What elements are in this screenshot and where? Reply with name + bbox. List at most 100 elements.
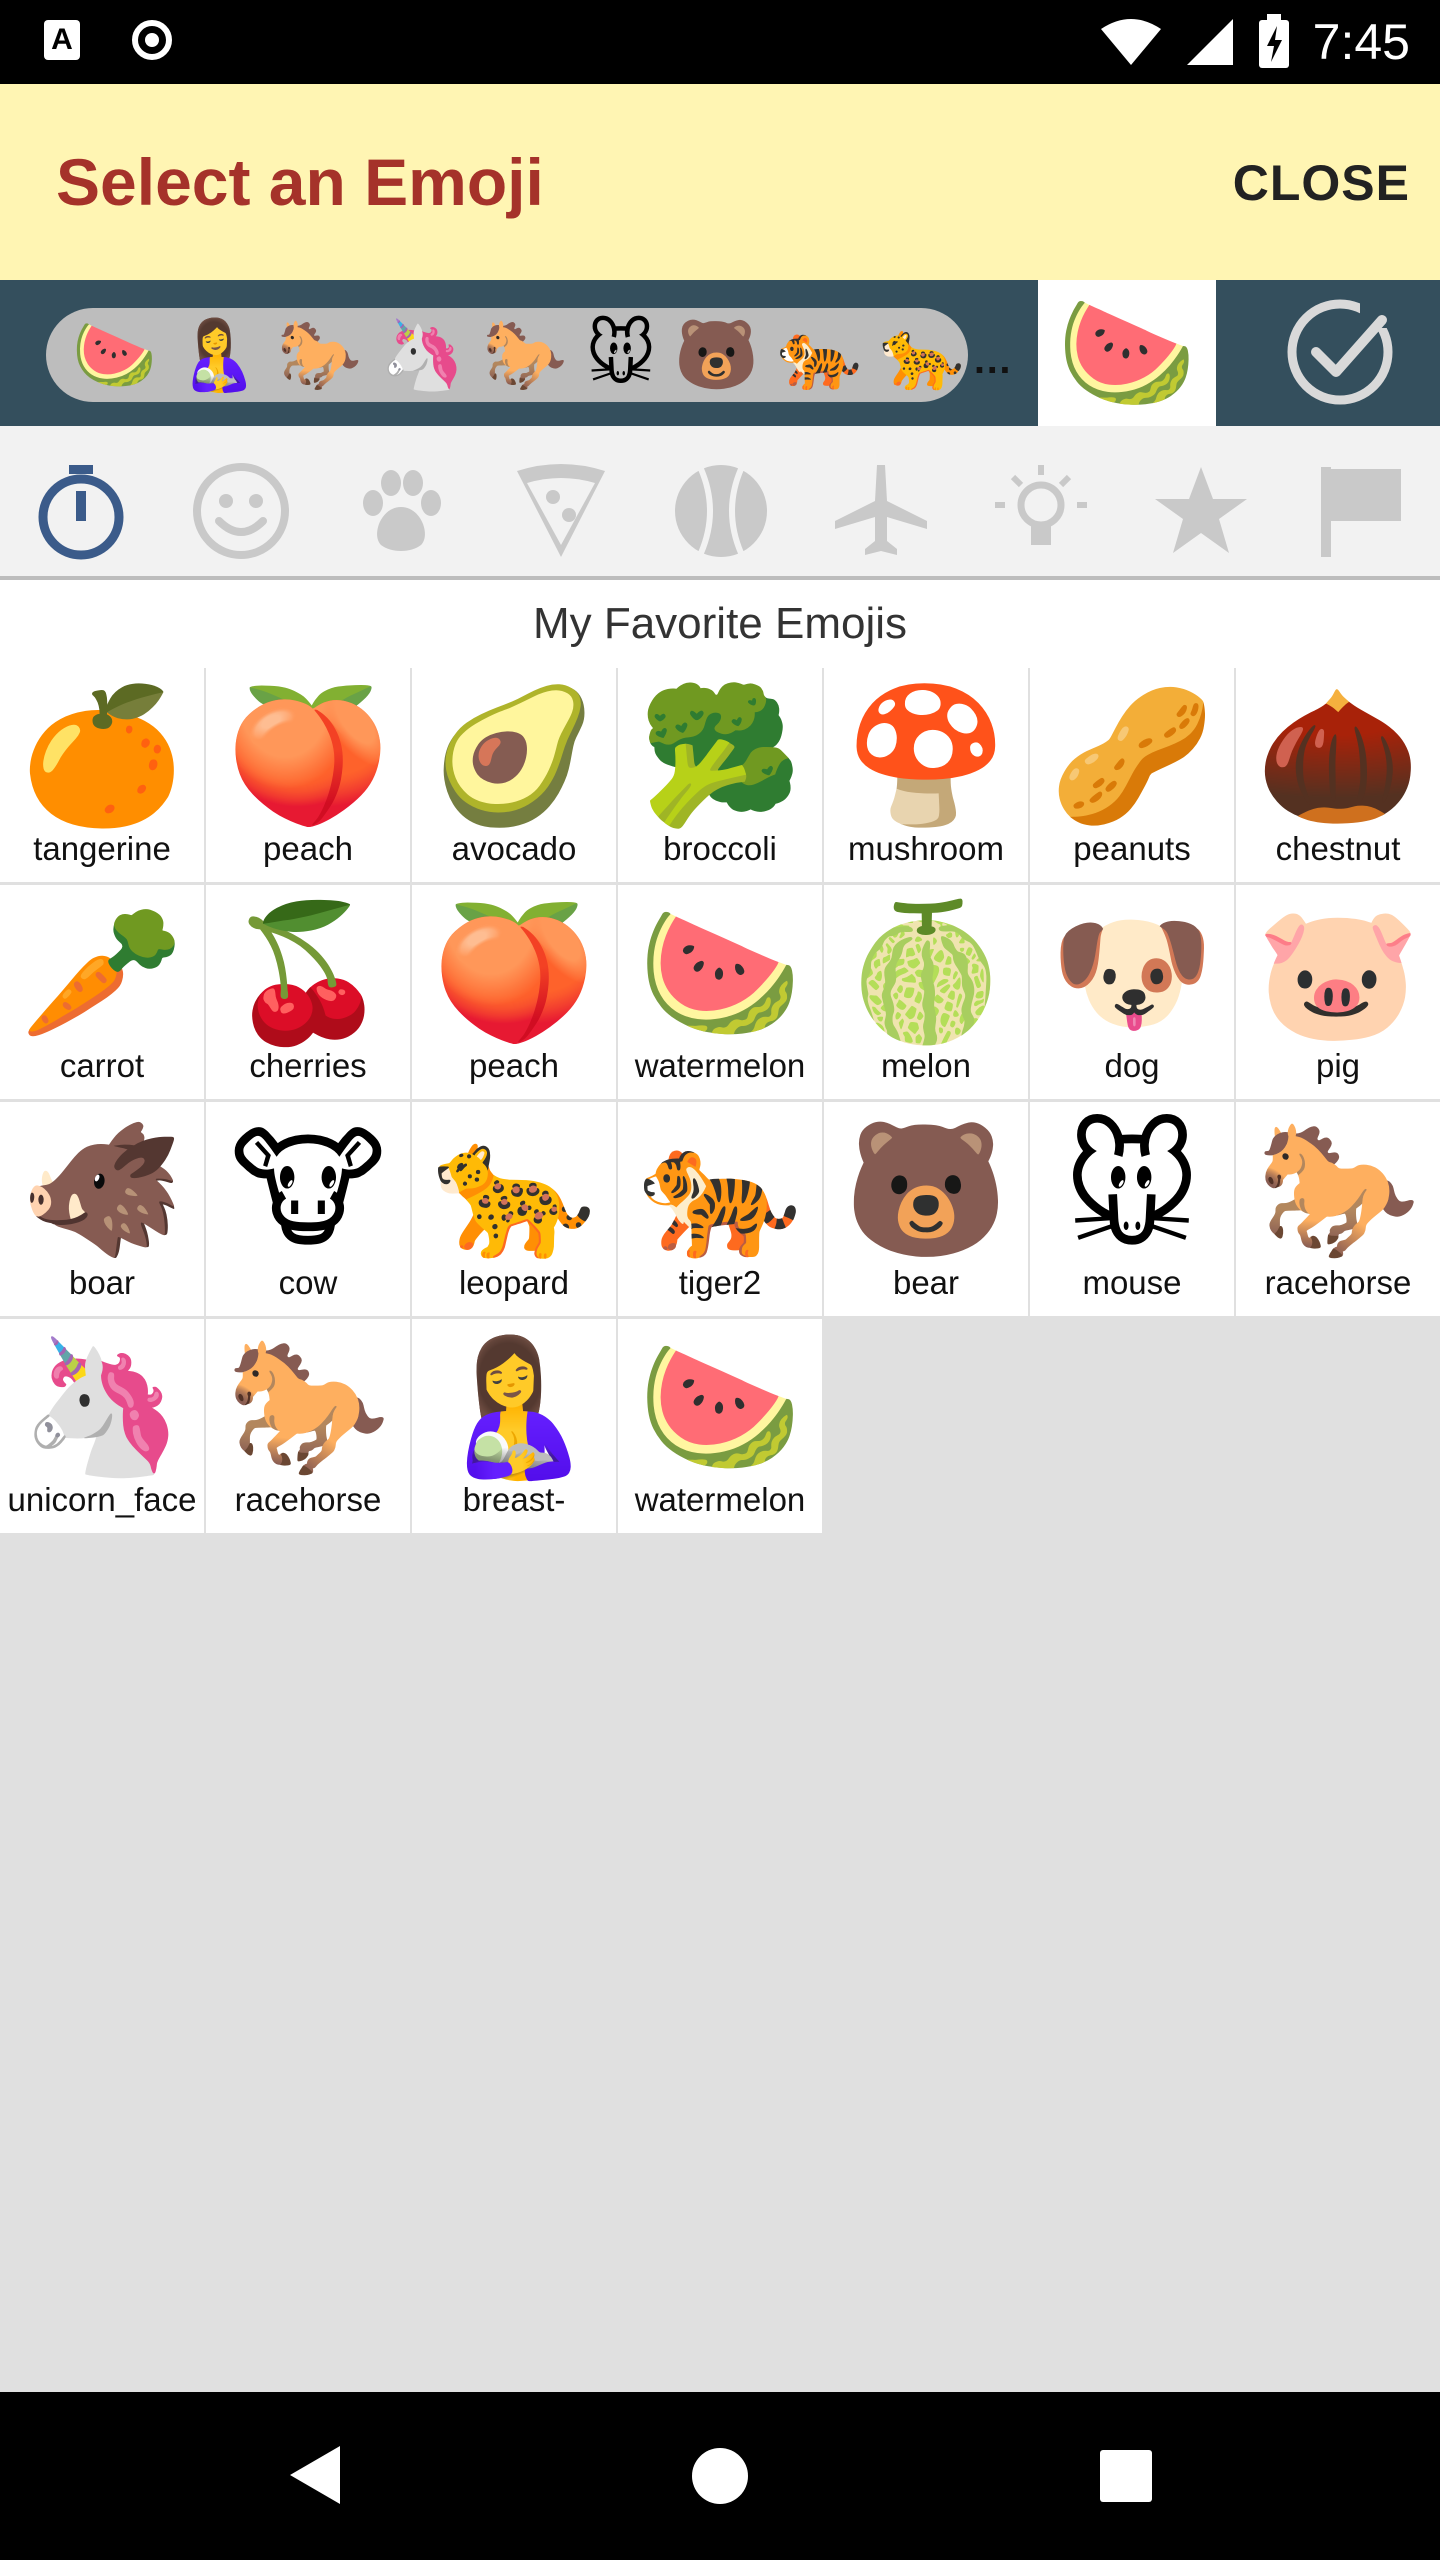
emoji-glyph: 🥜 [1049,682,1215,829]
emoji-glyph: 🥕 [19,899,185,1046]
pizza-tab-icon[interactable] [506,456,616,566]
emoji-label: watermelon [634,1481,806,1518]
keyboard-notification-icon: A [44,20,80,60]
category-tabs [0,426,1440,580]
favorite-emoji-cell[interactable]: 🐻 bear [824,1102,1028,1316]
section-title: My Favorite Emojis [0,580,1440,668]
selected-emoji-preview[interactable]: 🍉 [1038,280,1216,426]
emoji-label: avocado [451,830,577,867]
emoji-glyph: 🦄 [19,1333,185,1480]
emoji-label: dog [1104,1047,1160,1084]
favorite-emoji-cell[interactable]: 🐎 racehorse [206,1319,410,1533]
favorite-emoji-cell[interactable]: 🐮 cow [206,1102,410,1316]
airplane-tab-icon[interactable] [826,456,936,566]
emoji-glyph: 🐎 [1255,1116,1421,1263]
recent-emoji[interactable]: 🐻 [674,308,759,402]
recent-emoji[interactable]: 🐆 [880,308,965,402]
favorite-emoji-cell[interactable]: 🥦 broccoli [618,668,822,882]
emoji-glyph: 🐭 [1063,1116,1201,1263]
home-nav-icon[interactable] [690,2446,750,2506]
emoji-glyph: 🐆 [431,1116,597,1263]
recent-emoji[interactable]: 🐎 [483,308,568,402]
battery-charging-icon [1258,14,1289,68]
emoji-glyph: 🐷 [1255,899,1421,1046]
recent-tab-icon[interactable] [26,456,136,566]
emoji-glyph: 🌰 [1255,682,1421,829]
emoji-toolbar: 🍉 🤱 🐎 🦄 🐎 🐭 🐻 🐅 🐆… 🍉 [0,280,1440,426]
emoji-glyph: 🍉 [637,1333,803,1480]
emoji-label: peanuts [1073,830,1191,867]
favorite-emoji-cell[interactable]: 🐆 leopard [412,1102,616,1316]
favorite-emoji-cell[interactable]: 🍉 watermelon [618,885,822,1099]
emoji-glyph: 🐅 [637,1116,803,1263]
recent-emoji[interactable]: 🐅 [777,308,862,402]
emoji-label: unicorn_face [7,1481,197,1518]
recent-emoji[interactable]: 🐎 [277,308,362,402]
emoji-glyph: 🐗 [19,1116,185,1263]
emoji-label: boar [68,1264,136,1301]
navigation-bar [0,2392,1440,2560]
favorite-emoji-cell[interactable]: 🥕 carrot [0,885,204,1099]
favorite-emoji-cell[interactable]: 🐅 tiger2 [618,1102,822,1316]
favorite-emoji-cell[interactable]: 🌰 chestnut [1236,668,1440,882]
favorite-emoji-cell[interactable]: 🐭 mouse [1030,1102,1234,1316]
flag-tab-icon[interactable] [1306,456,1416,566]
emoji-label: tiger2 [678,1264,762,1301]
favorite-emoji-cell[interactable]: 🍈 melon [824,885,1028,1099]
clock: 7:45 [1312,14,1410,70]
ball-tab-icon[interactable] [666,456,776,566]
emoji-glyph: 🍉 [637,899,803,1046]
emoji-label: cow [278,1264,338,1301]
favorite-emoji-cell[interactable]: 🐗 boar [0,1102,204,1316]
emoji-label: peach [469,1047,559,1084]
emoji-glyph: 🐮 [229,1116,387,1263]
favorite-emoji-cell[interactable]: 🥜 peanuts [1030,668,1234,882]
emoji-glyph: 🍈 [843,899,1009,1046]
dialog-title: Select an Emoji [56,145,544,219]
favorite-emoji-cell[interactable]: 🍒 cherries [206,885,410,1099]
confirm-check-icon[interactable] [1284,296,1396,408]
favorite-emoji-cell[interactable]: 🍑 peach [412,885,616,1099]
emoji-glyph: 🐎 [225,1333,391,1480]
favorite-emoji-cell[interactable]: 🍉 watermelon [618,1319,822,1533]
emoji-label: pig [1315,1047,1361,1084]
emoji-glyph: 🐻 [843,1116,1009,1263]
favorite-emoji-cell[interactable]: 🐷 pig [1236,885,1440,1099]
emoji-label: broccoli [663,830,777,867]
favorite-emoji-cell[interactable]: 🍄 mushroom [824,668,1028,882]
favorite-emoji-cell[interactable]: 🐶 dog [1030,885,1234,1099]
recent-emoji[interactable]: 🤱 [175,308,260,402]
record-notification-icon [132,20,172,60]
star-tab-icon[interactable] [1146,456,1256,566]
emoji-label: carrot [59,1047,145,1084]
recent-emoji[interactable]: 🦄 [380,308,465,402]
emoji-label: bear [892,1264,960,1301]
recent-more-indicator: … [972,337,1013,382]
emoji-glyph: 🍑 [431,899,597,1046]
lightbulb-tab-icon[interactable] [986,456,1096,566]
emoji-glyph: 🍒 [225,899,391,1046]
favorite-emoji-cell[interactable]: 🤱 breast- [412,1319,616,1533]
status-bar: A 7:45 [0,0,1440,84]
paw-tab-icon[interactable] [346,456,456,566]
emoji-glyph: 🍊 [19,682,185,829]
recent-emojis-strip[interactable]: 🍉 🤱 🐎 🦄 🐎 🐭 🐻 🐅 🐆… [46,308,1012,402]
back-nav-icon[interactable] [286,2442,346,2508]
favorite-emoji-cell[interactable]: 🥑 avocado [412,668,616,882]
favorite-emoji-cell[interactable]: 🍊 tangerine [0,668,204,882]
close-button[interactable]: CLOSE [1233,154,1410,212]
emoji-content: My Favorite Emojis 🍊 tangerine 🍑 peach 🥑 avoc… [0,580,1440,1533]
recent-emoji[interactable]: 🍉 [72,308,157,402]
emoji-label: mushroom [848,830,1004,867]
emoji-label: chestnut [1275,830,1401,867]
recent-emoji[interactable]: 🐭 [585,308,656,402]
emoji-label: racehorse [1264,1264,1412,1301]
emoji-label: mouse [1082,1264,1182,1301]
recents-nav-icon[interactable] [1098,2448,1154,2504]
favorite-emoji-cell[interactable]: 🐎 racehorse [1236,1102,1440,1316]
emoji-glyph: 🐶 [1049,899,1215,1046]
smiley-tab-icon[interactable] [186,456,296,566]
wifi-icon [1100,19,1161,65]
favorite-emoji-cell[interactable]: 🍑 peach [206,668,410,882]
favorite-emoji-cell[interactable]: 🦄 unicorn_face [0,1319,204,1533]
